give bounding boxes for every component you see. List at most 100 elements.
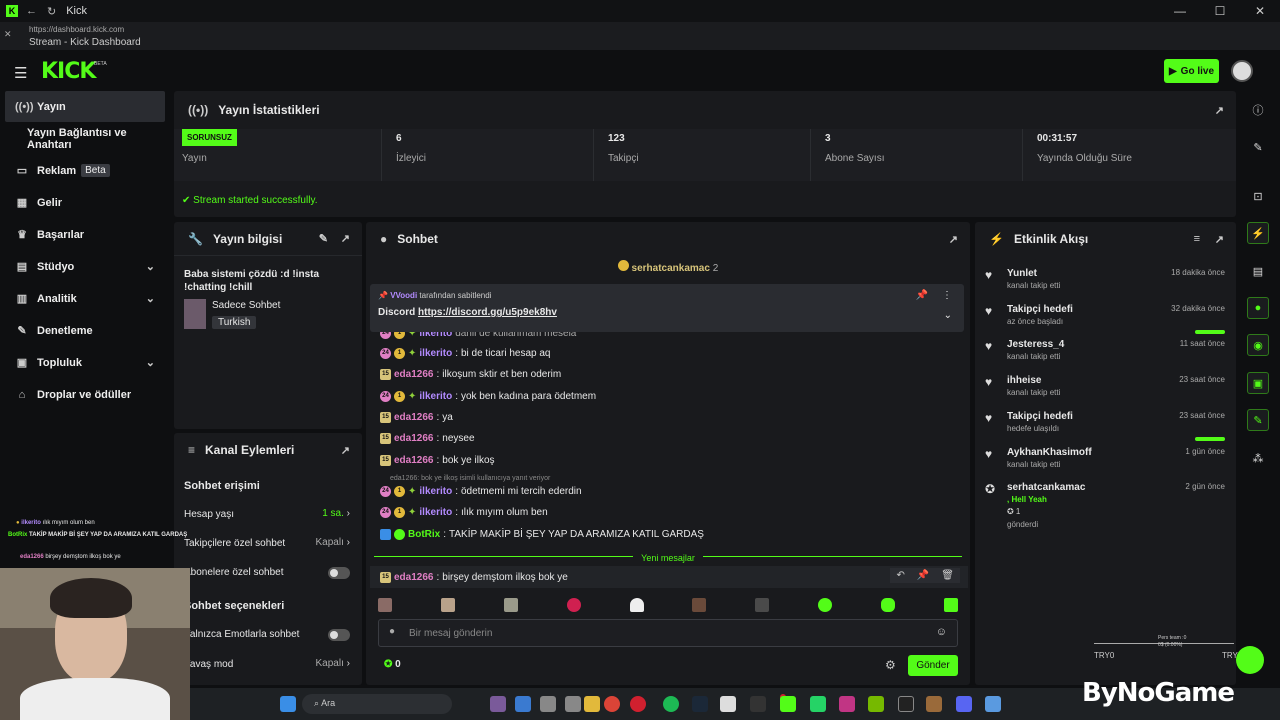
popout-icon[interactable]: ↗ [949, 233, 958, 246]
chevron-down-icon[interactable]: ⌄ [944, 310, 952, 321]
sidebar-item-stream-key[interactable]: Yayın Bağlantısı ve Anahtarı [5, 123, 165, 154]
whatsapp-icon[interactable] [810, 696, 826, 712]
wrench-icon[interactable]: ✎ [1247, 409, 1269, 431]
studio-icon: ▤ [16, 261, 28, 273]
chat-input[interactable]: ● Bir mesaj gönderin ☺ [378, 619, 958, 647]
sidebar-item-reklam[interactable]: ▭ Reklam Beta [5, 155, 165, 186]
minimize-button[interactable]: — [1160, 0, 1200, 22]
app-icon[interactable] [565, 696, 581, 712]
sidebar-item-studyo[interactable]: ▤ Stüdyo ⌄ [5, 251, 165, 282]
pinned-link[interactable]: https://discord.gg/u5p9ek8hv [418, 307, 557, 318]
app-icon[interactable] [926, 696, 942, 712]
reply-icon[interactable]: ↶ [896, 570, 904, 581]
app-icon[interactable] [490, 696, 506, 712]
edge-icon[interactable] [515, 696, 531, 712]
category-name[interactable]: Sadece Sohbet [212, 300, 280, 311]
chat-user[interactable]: eda1266 [394, 412, 433, 423]
lightning-icon[interactable]: ⚡ [1247, 222, 1269, 244]
sidebar-item-yayin[interactable]: ((•)) Yayın [5, 91, 165, 122]
kick-icon[interactable] [780, 696, 796, 712]
avatar[interactable] [1231, 60, 1253, 82]
chat-user[interactable]: ilkerito [419, 391, 452, 402]
chat-icon[interactable]: ● [1247, 297, 1269, 319]
chat-user[interactable]: ilkerito [419, 348, 452, 359]
close-button[interactable]: ✕ [1240, 0, 1280, 22]
app-icon[interactable] [540, 696, 556, 712]
opera-icon[interactable] [630, 696, 646, 712]
gear-icon[interactable]: ⚙ [885, 658, 896, 672]
emote-only-toggle[interactable] [328, 629, 350, 641]
back-icon[interactable]: ← [26, 5, 37, 17]
sidebar-item-topluluk[interactable]: ▣ Topluluk ⌄ [5, 347, 165, 378]
kick-logo[interactable]: KICK [41, 59, 96, 84]
url-text: https://dashboard.kick.com [29, 25, 125, 34]
emote-icon[interactable] [943, 598, 958, 612]
emote-icon[interactable] [503, 598, 518, 612]
search-input[interactable]: ⌕ Ara [302, 694, 452, 714]
emoji-icon[interactable]: ☺ [936, 626, 947, 638]
chat-user[interactable]: BotRix [408, 529, 440, 540]
sidebar-item-analitik[interactable]: ▥ Analitik ⌄ [5, 283, 165, 314]
followers-only-value[interactable]: Kapalı › [316, 537, 350, 548]
points-display[interactable]: ✪ 0 [384, 659, 401, 670]
chat-user[interactable]: eda1266 [394, 455, 433, 466]
sidebar-item-basarilar[interactable]: ♛ Başarılar [5, 219, 165, 250]
chat-user[interactable]: ilkerito [419, 486, 452, 497]
delete-icon[interactable]: 🗑 [941, 570, 954, 581]
app-icon[interactable] [720, 696, 736, 712]
chat-user[interactable]: eda1266 [394, 433, 433, 444]
chat-user[interactable]: eda1266 [394, 369, 433, 380]
refresh-icon[interactable]: ↻ [47, 5, 56, 18]
spotify-icon[interactable] [663, 696, 679, 712]
info-icon[interactable]: ⓘ [1247, 99, 1269, 121]
more-icon[interactable]: ⋮ [942, 290, 952, 301]
steam-icon[interactable] [692, 696, 708, 712]
send-button[interactable]: Gönder [908, 655, 958, 676]
popout-icon[interactable]: ↗ [341, 232, 350, 245]
emote-icon[interactable] [566, 598, 581, 612]
sidebar-item-denetleme[interactable]: ✎ Denetleme [5, 315, 165, 346]
account-age-value[interactable]: 1 sa. › [322, 508, 350, 519]
nvidia-icon[interactable] [868, 696, 884, 712]
moderation-icon: ✎ [17, 325, 27, 337]
community-icon[interactable]: ⁂ [1247, 447, 1269, 469]
watermark-logo: ByNoGame [1082, 678, 1235, 708]
maximize-button[interactable]: ☐ [1200, 0, 1240, 22]
sidebar-item-gelir[interactable]: ▦ Gelir [5, 187, 165, 218]
subs-only-toggle[interactable] [328, 567, 350, 579]
edit-icon[interactable]: ✎ [1247, 136, 1269, 158]
sidebar-item-droplar[interactable]: ⌂ Droplar ve ödüller [5, 379, 165, 410]
broadcast-icon[interactable]: ◉ [1247, 334, 1269, 356]
chat-user[interactable]: eda1266 [394, 572, 433, 583]
emote-icon[interactable] [692, 598, 707, 612]
emote-icon[interactable] [881, 598, 895, 612]
go-live-button[interactable]: ▶ Go live [1164, 59, 1219, 83]
popout-icon[interactable]: ↗ [341, 444, 350, 457]
epic-icon[interactable] [750, 696, 766, 712]
chat-user[interactable]: ilkerito [419, 507, 452, 518]
menu-icon[interactable]: ☰ [14, 64, 27, 82]
folder-icon[interactable] [584, 696, 600, 712]
unpin-icon[interactable]: 📌 [916, 290, 928, 301]
chrome-icon[interactable] [604, 696, 620, 712]
filter-icon[interactable]: ≡ [1194, 233, 1200, 245]
screenshot-icon[interactable]: ⊡ [1247, 185, 1269, 207]
app-icon[interactable] [985, 696, 1001, 712]
window-icon[interactable]: ▣ [1247, 372, 1269, 394]
emote-icon[interactable] [818, 598, 833, 612]
popout-icon[interactable]: ↗ [1215, 233, 1224, 246]
discord-icon[interactable] [956, 696, 972, 712]
emote-icon[interactable] [629, 598, 644, 612]
windows-start-icon[interactable] [280, 696, 296, 712]
emote-icon[interactable] [378, 598, 392, 612]
clipboard-icon[interactable]: ▤ [1247, 260, 1269, 282]
close-tab-icon[interactable]: ✕ [4, 29, 12, 40]
pin-icon[interactable]: 📌 [917, 570, 929, 581]
edit-icon[interactable]: ✎ [319, 232, 328, 245]
slow-mode-value[interactable]: Kapalı › [316, 658, 350, 669]
emote-icon[interactable] [755, 598, 770, 612]
instagram-icon[interactable] [839, 696, 855, 712]
emote-icon[interactable] [440, 598, 455, 612]
app-icon[interactable] [898, 696, 914, 712]
popout-icon[interactable]: ↗ [1215, 104, 1224, 117]
